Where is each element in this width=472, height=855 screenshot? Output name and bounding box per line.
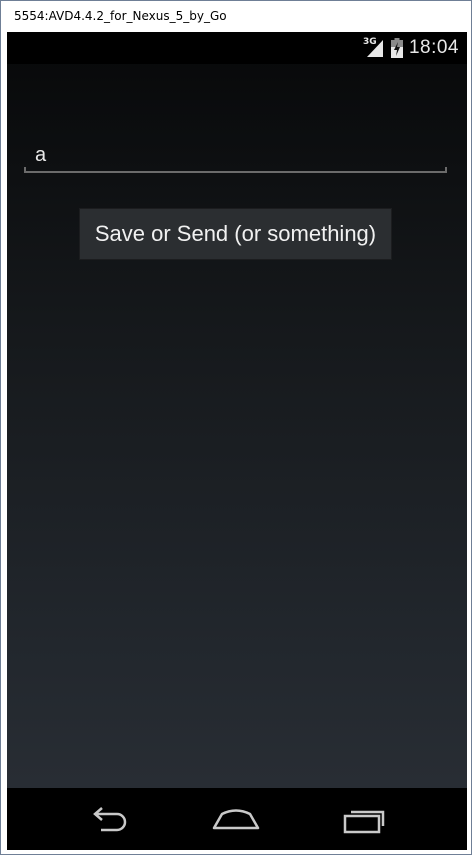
emulator-window: 5554:AVD4.4.2_for_Nexus_5_by_Go 3G 18:04… [0,0,472,855]
recents-button[interactable] [343,804,387,836]
back-button[interactable] [87,804,131,836]
back-icon [93,807,127,832]
text-input-value: a [35,144,47,166]
battery-icon [390,38,403,58]
device-screen: 3G 18:04 a Save or Send (or something) [7,32,467,850]
text-input-underline-left-tick [24,167,26,173]
status-icons: 3G 18:04 [363,36,459,60]
status-bar: 3G 18:04 [7,32,467,64]
navigation-bar [7,788,467,850]
text-input-field[interactable]: a [24,135,447,173]
text-input-underline-right-tick [445,167,447,173]
text-input-underline [24,171,447,173]
save-or-send-button[interactable]: Save or Send (or something) [79,208,392,260]
window-title: 5554:AVD4.4.2_for_Nexus_5_by_Go [14,9,227,23]
home-button[interactable] [212,804,260,836]
status-clock: 18:04 [408,37,459,58]
home-icon [212,809,260,830]
signal-3g-icon: 3G [363,37,385,58]
window-titlebar: 5554:AVD4.4.2_for_Nexus_5_by_Go [1,1,471,32]
recents-icon [343,810,385,834]
